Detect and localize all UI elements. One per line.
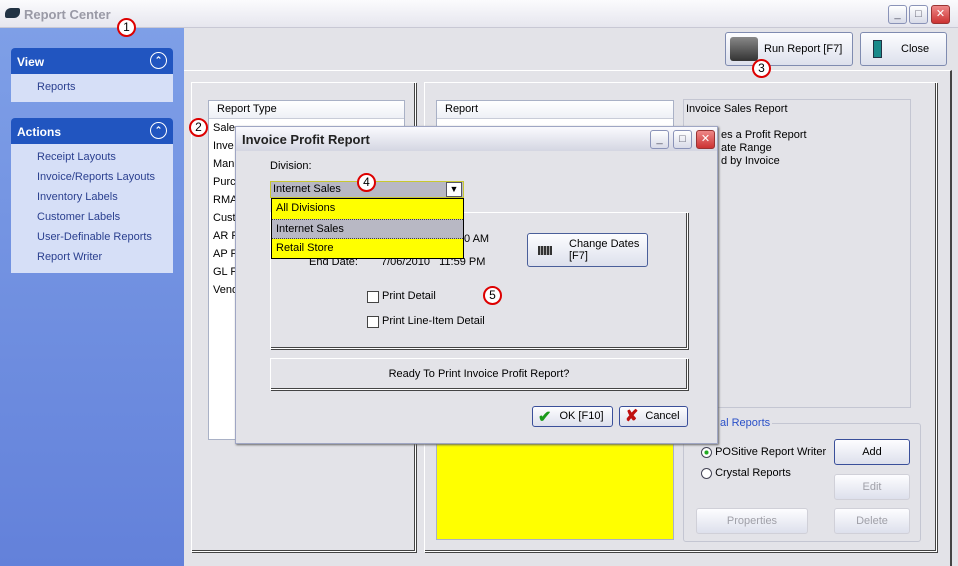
report-type-header: Report Type (209, 101, 404, 119)
radio-positive-report-writer[interactable]: POSitive Report Writer (701, 446, 826, 458)
actions-panel-title: Actions (17, 125, 62, 139)
add-button[interactable]: Add (834, 439, 910, 465)
option-all-divisions[interactable]: All Divisions (272, 199, 463, 219)
list-item[interactable]: Inve (213, 140, 234, 152)
annotation-marker: 5 (483, 286, 502, 305)
invoice-profit-report-dialog: Invoice Profit Report _ □ ✕ Division: In… (235, 126, 718, 444)
radio-label: POSitive Report Writer (715, 446, 827, 458)
actions-panel-header[interactable]: Actions ⌃ (11, 118, 173, 144)
list-item[interactable]: RMA (213, 194, 237, 206)
close-label: Close (901, 43, 930, 55)
sidebar-item-receipt-layouts[interactable]: Receipt Layouts (37, 151, 116, 163)
dialog-title: Invoice Profit Report (236, 127, 717, 151)
report-header: Report (437, 101, 673, 119)
sidebar: View ⌃ Reports Actions ⌃ Receipt Layouts I… (0, 28, 184, 566)
sidebar-item-customer-labels[interactable]: Customer Labels (37, 211, 120, 223)
properties-button[interactable]: Properties (696, 508, 808, 534)
sidebar-item-invoice-reports-layouts[interactable]: Invoice/Reports Layouts (37, 171, 155, 183)
cancel-button[interactable]: ✘ Cancel (619, 406, 688, 427)
collapse-icon[interactable]: ⌃ (150, 52, 167, 69)
annotation-marker: 4 (357, 173, 376, 192)
division-label: Division: (270, 160, 312, 172)
close-button[interactable]: Close (860, 32, 947, 66)
annotation-marker: 3 (752, 59, 771, 78)
checkmark-icon: ✔ (538, 409, 552, 426)
change-dates-button[interactable]: Change Dates [F7] (527, 233, 648, 267)
list-item[interactable]: Sale (213, 122, 235, 134)
print-line-item-label: Print Line-Item Detail (382, 315, 485, 327)
view-panel: Reports (11, 74, 173, 102)
edit-button[interactable]: Edit (834, 474, 910, 500)
list-item[interactable]: Purc (213, 176, 236, 188)
annotation-marker: 2 (189, 118, 208, 137)
sidebar-item-inventory-labels[interactable]: Inventory Labels (37, 191, 118, 203)
run-report-label: Run Report [F7] (764, 43, 843, 55)
division-dropdown: All Divisions Internet Sales Retail Stor… (271, 198, 464, 259)
list-item[interactable]: AP F (213, 248, 237, 260)
run-report-button[interactable]: Run Report [F7] (725, 32, 853, 66)
report-engine-group: al Reports POSitive Report Writer Crysta… (683, 417, 921, 542)
radio-label: Crystal Reports (715, 467, 791, 479)
actions-panel: Receipt Layouts Invoice/Reports Layouts … (11, 144, 173, 273)
sidebar-item-reports[interactable]: Reports (37, 81, 76, 93)
door-icon (873, 40, 882, 58)
collapse-icon[interactable]: ⌃ (150, 122, 167, 139)
close-window-button[interactable]: ✕ (931, 5, 950, 24)
description-line: d by Invoice (721, 155, 780, 167)
list-item[interactable]: Cust (213, 212, 236, 224)
printer-icon (730, 37, 758, 61)
cancel-label: Cancel (645, 410, 680, 422)
change-dates-label: Change Dates (569, 238, 640, 250)
annotation-marker: 1 (117, 18, 136, 37)
title-bar: Report Center _ □ ✕ (0, 0, 958, 28)
window-title: Report Center (24, 7, 111, 22)
dialog-minimize-button[interactable]: _ (650, 130, 669, 149)
delete-button[interactable]: Delete (834, 508, 910, 534)
option-retail-store[interactable]: Retail Store (272, 239, 463, 259)
description-title: Invoice Sales Report (686, 103, 788, 115)
print-detail-label: Print Detail (382, 290, 436, 302)
print-detail-checkbox[interactable]: Print Detail (367, 290, 436, 303)
chevron-down-icon[interactable]: ▼ (446, 182, 462, 197)
start-date-value: 0 AM (464, 233, 490, 245)
option-internet-sales[interactable]: Internet Sales (272, 219, 463, 239)
app-logo-icon (5, 8, 20, 18)
sidebar-item-user-definable-reports[interactable]: User-Definable Reports (37, 231, 152, 243)
print-line-item-checkbox[interactable]: Print Line-Item Detail (367, 315, 485, 328)
view-panel-header[interactable]: View ⌃ (11, 48, 173, 74)
description-line: es a Profit Report (721, 129, 807, 141)
dialog-close-button[interactable]: ✕ (696, 130, 715, 149)
view-panel-title: View (17, 55, 45, 69)
maximize-button[interactable]: □ (909, 5, 928, 24)
selected-report-row[interactable] (437, 441, 673, 539)
calendar-icon (538, 246, 552, 255)
sidebar-item-report-writer[interactable]: Report Writer (37, 251, 102, 263)
minimize-button[interactable]: _ (888, 5, 907, 24)
dialog-maximize-button[interactable]: □ (673, 130, 692, 149)
report-engine-legend: al Reports (718, 417, 773, 429)
ok-button[interactable]: ✔ OK [F10] (532, 406, 613, 427)
list-item[interactable]: Man (213, 158, 234, 170)
list-item[interactable]: GL F (213, 266, 237, 278)
ok-label: OK [F10] (559, 410, 604, 422)
change-dates-key: [F7] (569, 250, 588, 262)
x-icon: ✘ (625, 408, 639, 425)
division-value: Internet Sales (273, 183, 341, 195)
radio-crystal-reports[interactable]: Crystal Reports (701, 467, 791, 479)
description-line: ate Range (721, 142, 772, 154)
ready-message: Ready To Print Invoice Profit Report? (270, 358, 688, 390)
